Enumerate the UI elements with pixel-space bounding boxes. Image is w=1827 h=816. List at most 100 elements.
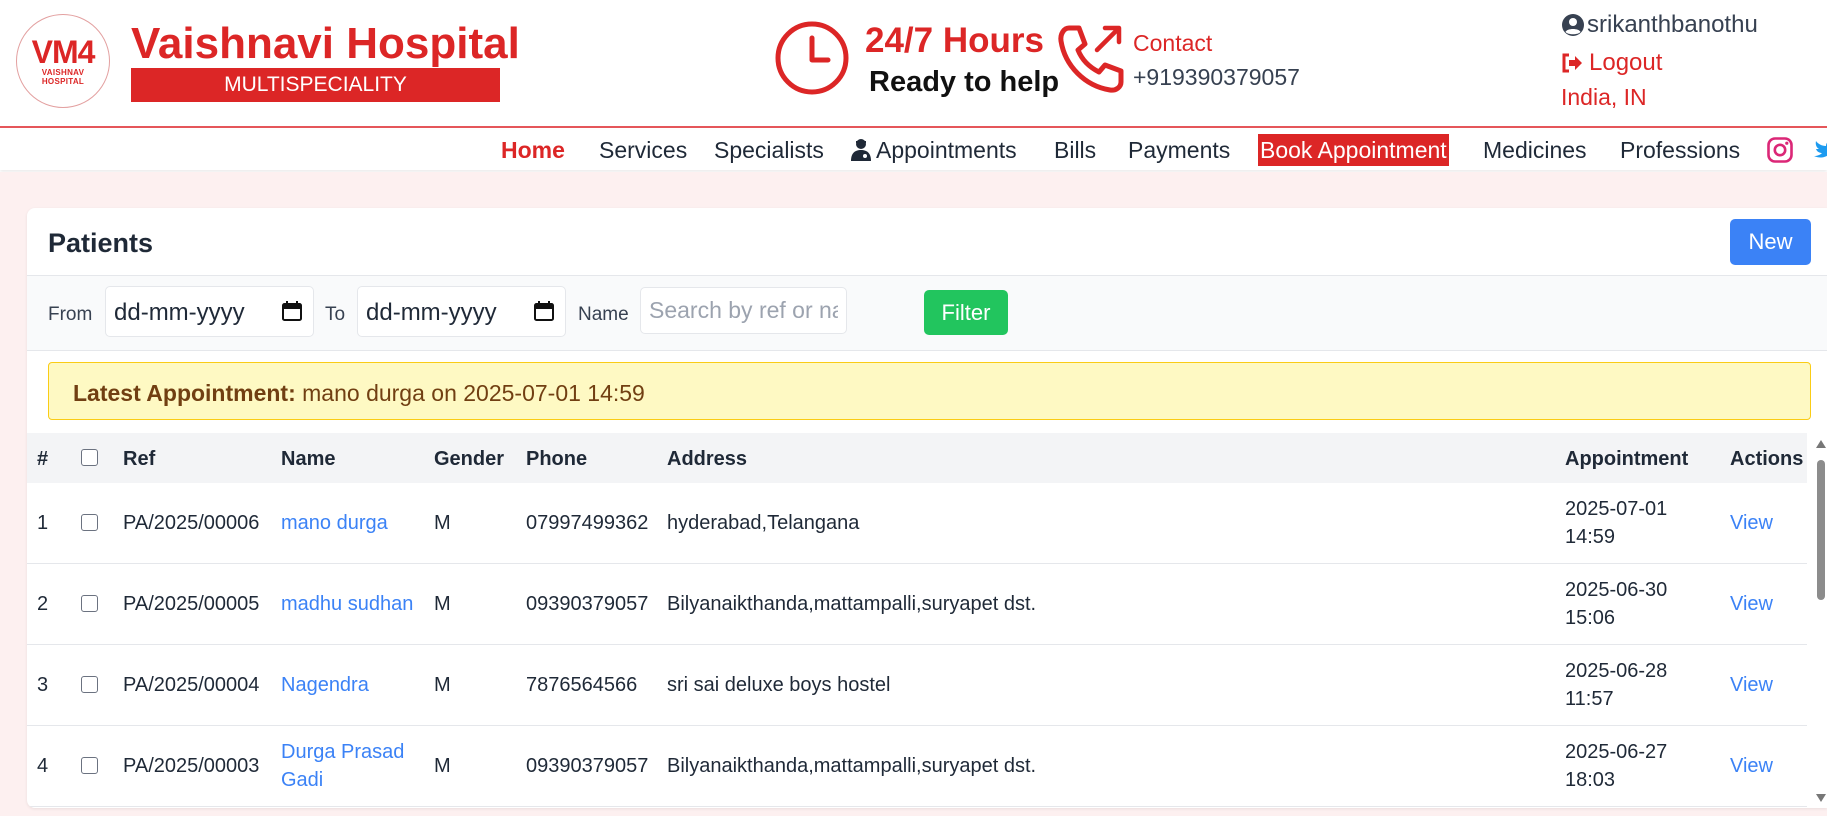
view-link[interactable]: View [1730,509,1773,537]
from-date-input[interactable]: dd-mm-yyyy [105,286,314,337]
patient-name-link[interactable]: Nagendra [281,671,369,699]
row-number: 1 [37,512,49,534]
row-address: Bilyanaikthanda,mattampalli,suryapet dst… [667,755,1037,777]
row-ref: PA/2025/00004 [123,674,260,696]
table-row[interactable]: 4 PA/2025/00003 Durga Prasad Gadi M 0939… [27,726,1807,807]
col-address[interactable]: Address [667,447,747,471]
nav-services[interactable]: Services [599,134,687,166]
table-row[interactable]: 2 PA/2025/00005 madhu sudhan M 093903790… [27,564,1807,645]
locale-text: India, IN [1561,84,1647,110]
user-account[interactable]: srikanthbanothu [1561,10,1758,40]
latest-appointment-label: Latest Appointment: [73,380,296,406]
view-link[interactable]: View [1730,590,1773,618]
view-link[interactable]: View [1730,671,1773,699]
col-appointment[interactable]: Appointment [1565,447,1688,471]
row-appointment-date: 2025-07-01 [1565,498,1668,520]
twitter-icon[interactable] [1812,136,1827,164]
filter-bar: From dd-mm-yyyy To dd-mm-yyyy Name Filte… [27,276,1827,351]
select-all-checkbox[interactable] [81,449,98,466]
row-phone: 09390379057 [526,755,649,777]
to-date-input[interactable]: dd-mm-yyyy [357,286,566,337]
row-ref: PA/2025/00003 [123,755,260,777]
hospital-logo[interactable]: VM4 VAISHNAV HOSPITAL [16,14,110,108]
table-scrollbar[interactable] [1815,438,1827,804]
row-checkbox[interactable] [81,595,98,612]
row-gender: M [434,512,451,534]
patient-name-link[interactable]: madhu sudhan [281,590,413,618]
nav-bills[interactable]: Bills [1054,134,1096,166]
patient-name-link[interactable]: mano durga [281,509,388,537]
calendar-icon[interactable] [281,300,303,322]
filter-button[interactable]: Filter [924,290,1008,335]
calendar-icon[interactable] [533,300,555,322]
contact-link[interactable]: Contact [1133,28,1212,58]
to-label: To [325,304,346,325]
latest-appointment-alert: Latest Appointment: mano durga on 2025-0… [48,362,1811,420]
site-header: VM4 VAISHNAV HOSPITAL Vaishnavi Hospital… [0,0,1827,128]
card-header: Patients New [27,208,1827,276]
from-date-value: dd-mm-yyyy [114,299,245,326]
col-number: # [37,448,49,470]
logo-text-line1: VAISHNAV [41,68,85,77]
user-circle-icon [1562,14,1584,36]
row-appointment-time: 11:57 [1565,688,1614,710]
doctor-icon [851,139,871,161]
table-row[interactable]: 1 PA/2025/00006 mano durga M 07997499362… [27,483,1807,564]
hours-title: 24/7 Hours [865,21,1044,60]
hospital-name: Vaishnavi Hospital [131,19,520,68]
table-header: # Ref Name Gender Phone Address Appointm… [27,433,1807,483]
row-checkbox[interactable] [81,676,98,693]
contact-phone[interactable]: +919390379057 [1133,62,1300,92]
search-input[interactable] [640,287,847,334]
nav-appointments[interactable]: Appointments [850,134,1017,166]
row-checkbox[interactable] [81,757,98,774]
row-address: hyderabad,Telangana [667,512,860,534]
row-number: 4 [37,755,49,777]
page-title: Patients [48,228,154,258]
phone-outgoing-icon [1058,25,1124,93]
username: srikanthbanothu [1587,11,1758,38]
table-row[interactable]: 3 PA/2025/00004 Nagendra M 7876564566 sr… [27,645,1807,726]
logout-link[interactable]: Logout [1561,48,1662,78]
col-name[interactable]: Name [281,447,335,471]
row-gender: M [434,593,451,615]
row-appointment-date: 2025-06-28 [1565,660,1668,682]
row-appointment-date: 2025-06-30 [1565,579,1668,601]
patient-name-link-line2[interactable]: Gadi [281,766,323,794]
logout-label: Logout [1589,49,1663,76]
row-address: Bilyanaikthanda,mattampalli,suryapet dst… [667,593,1037,615]
col-ref[interactable]: Ref [123,447,155,471]
new-patient-button[interactable]: New [1730,219,1811,265]
row-appointment-time: 14:59 [1565,526,1616,548]
nav-home[interactable]: Home [501,134,565,166]
patient-name-link[interactable]: Durga Prasad [281,738,404,766]
scroll-up-arrow[interactable] [1816,440,1826,448]
col-phone[interactable]: Phone [526,447,587,471]
row-phone: 07997499362 [526,512,649,534]
nav-payments[interactable]: Payments [1128,134,1230,166]
row-address: sri sai deluxe boys hostel [667,674,891,696]
logout-icon [1562,53,1582,73]
row-ref: PA/2025/00005 [123,593,260,615]
scroll-thumb[interactable] [1817,460,1825,600]
nav-professions[interactable]: Professions [1620,134,1740,166]
row-appointment-date: 2025-06-27 [1565,741,1668,763]
scroll-down-arrow[interactable] [1816,794,1826,802]
nav-book-appointment[interactable]: Book Appointment [1258,134,1449,166]
row-phone: 7876564566 [526,674,638,696]
from-label: From [48,304,93,325]
nav-medicines[interactable]: Medicines [1483,134,1587,166]
to-date-value: dd-mm-yyyy [366,299,497,326]
latest-appointment-text: Latest Appointment: mano durga on 2025-0… [73,379,645,407]
row-number: 2 [37,593,49,615]
hours-subtitle: Ready to help [869,66,1060,98]
logo-mark: VM4 [31,34,96,70]
nav-specialists[interactable]: Specialists [714,134,824,166]
instagram-icon[interactable] [1766,136,1794,164]
row-checkbox[interactable] [81,514,98,531]
view-link[interactable]: View [1730,752,1773,780]
logo-text-line2: HOSPITAL [41,77,85,86]
clock-icon [775,21,849,95]
col-gender[interactable]: Gender [434,447,504,471]
hospital-tagline: MULTISPECIALITY [131,68,500,102]
